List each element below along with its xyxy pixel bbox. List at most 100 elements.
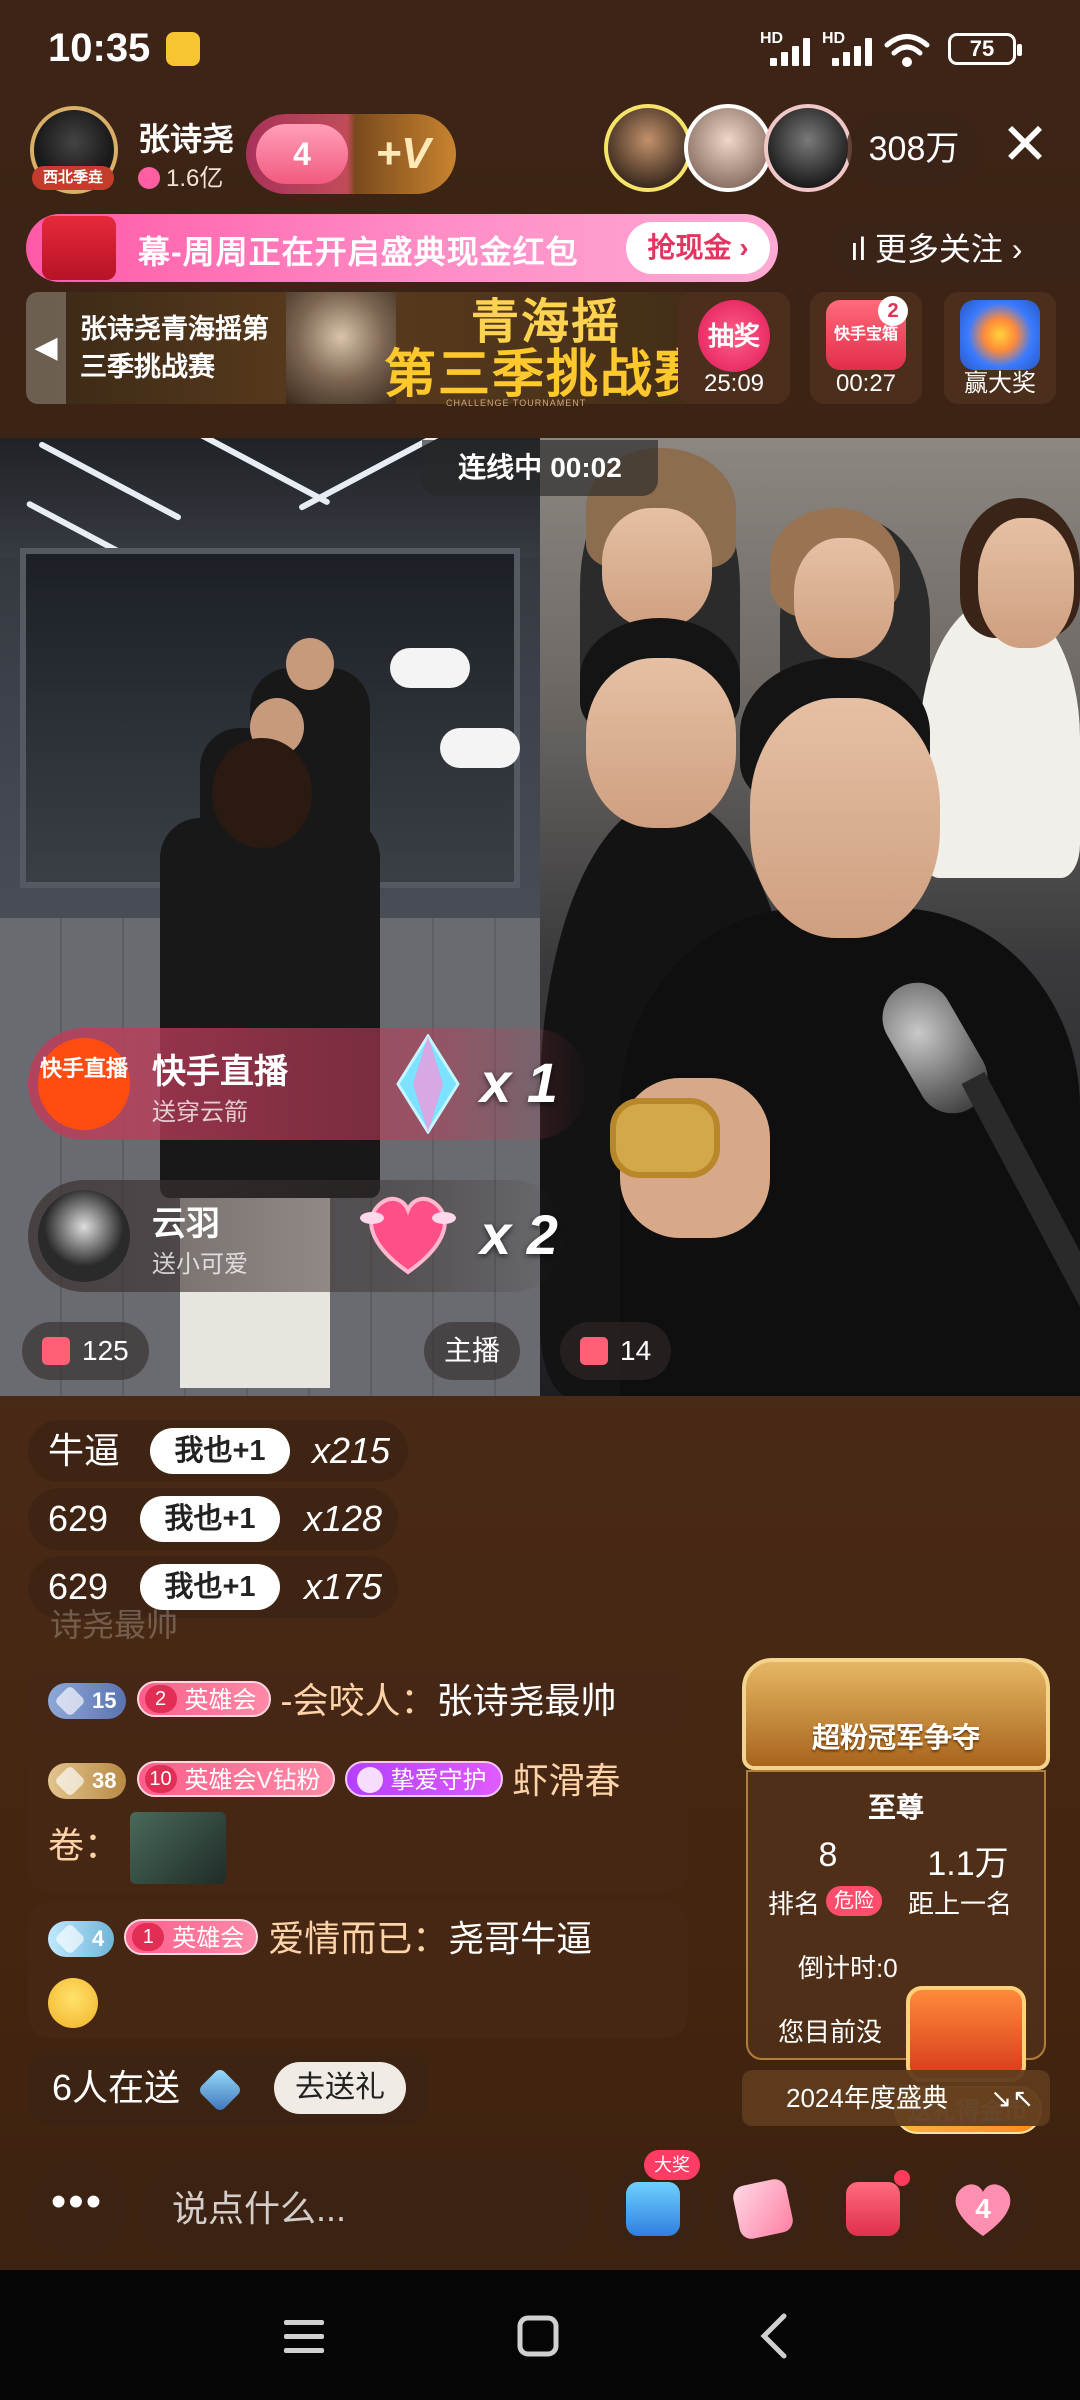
chat-user: 爱情而已：	[268, 1918, 449, 1959]
gift-icon	[42, 1337, 70, 1365]
right-gift-count: 14	[620, 1335, 652, 1366]
back-icon[interactable]	[746, 2306, 806, 2366]
event-title-left: 张诗尧青海摇第三季挑战赛	[80, 314, 269, 382]
danger-badge: 危险	[826, 1886, 882, 1916]
comment-input[interactable]: 说点什么...	[140, 2160, 590, 2258]
fan-club-badge: 1 英雄会	[124, 1919, 259, 1955]
notification-app-icon	[166, 32, 200, 66]
club-name: 英雄会	[184, 1687, 257, 1714]
top-viewer-avatar-3[interactable]	[764, 104, 852, 192]
grab-cash-button[interactable]: 抢现金 ›	[626, 222, 770, 274]
go-send-gift-button[interactable]: 去送礼	[274, 2062, 406, 2114]
popularity-ticket-button[interactable]	[714, 2160, 812, 2258]
fan-heart-badge: 4	[256, 124, 348, 184]
red-envelope-icon	[42, 216, 116, 280]
combo-comment: 牛逼 我也+1 x215	[28, 1420, 408, 1482]
countdown: 倒计时:0	[798, 1953, 898, 1983]
right-gift-counter[interactable]: 14	[560, 1322, 672, 1380]
chat-message[interactable]: 38 10 英雄会V钻粉 挚爱守护 虾滑春卷：	[28, 1744, 688, 1892]
chat-message[interactable]: 4 1 英雄会 爱情而已：尧哥牛逼	[28, 1902, 688, 2038]
left-gift-counter[interactable]: 125	[22, 1322, 149, 1380]
gift-icon	[580, 1337, 608, 1365]
level-badge: 15	[48, 1683, 127, 1719]
level-badge: 38	[48, 1763, 127, 1799]
smile-emoji-icon	[48, 1978, 98, 2029]
fan-champion-panel[interactable]: 超粉冠军争夺 至尊 8 1.1万 排名 危险 距上一名 倒计时:0 您目前没 送…	[742, 1658, 1050, 2134]
win-prize-tile[interactable]: 赢大奖	[944, 292, 1056, 404]
status-time: 10:35	[48, 26, 151, 70]
faded-comment: 诗尧最帅	[50, 1607, 179, 1643]
prize-box-icon	[626, 2182, 680, 2236]
more-options-button[interactable]: •••	[28, 2160, 126, 2258]
gifting-now-bar: 6人在送 去送礼	[28, 2050, 428, 2126]
rank-label: 排名	[768, 1889, 821, 1919]
host-name: 张诗尧	[138, 121, 235, 157]
top-viewer-avatar-2[interactable]	[684, 104, 772, 192]
right-camera-feed[interactable]	[540, 438, 1080, 1396]
more-follow-button[interactable]: ıl 更多关注 ›	[826, 218, 1080, 280]
club-level: 1	[132, 1923, 165, 1951]
home-icon[interactable]	[508, 2306, 568, 2366]
viewer-count[interactable]: 308万	[846, 110, 982, 188]
chevron-left-icon[interactable]: ◀	[26, 292, 66, 404]
annual-festival-label: 2024年度盛典	[786, 2083, 948, 2113]
chat-message[interactable]: 15 2 英雄会 -会咬人：张诗尧最帅	[28, 1666, 688, 1736]
big-prize-badge: 大奖	[644, 2150, 700, 2180]
gift-description: 送穿云箭	[152, 1099, 248, 1126]
gifting-count: 6人在送	[52, 2067, 181, 2108]
host-likes: 1.6亿	[138, 158, 223, 193]
chat-text: 尧哥牛逼	[448, 1918, 593, 1959]
heart-count: 4	[975, 2193, 991, 2224]
annual-festival-bar[interactable]: 2024年度盛典 ↘↖	[742, 2070, 1050, 2126]
club-name: 英雄会V钻粉	[184, 1767, 321, 1794]
battery-icon: 75	[948, 33, 1022, 65]
event-big-title: 青海摇 第三季挑战赛	[376, 298, 716, 403]
club-name: 英雄会	[172, 1925, 245, 1952]
gift-sender-name: 云羽	[152, 1205, 220, 1243]
heart-gift-icon	[360, 1196, 456, 1275]
chat-image[interactable]	[130, 1812, 227, 1884]
fan-club-badge: 2 英雄会	[136, 1681, 271, 1717]
prize-box-button[interactable]: 大奖	[604, 2150, 702, 2258]
yunyu-avatar	[38, 1190, 130, 1282]
fan-club-badge: 10 英雄会V钻粉	[136, 1761, 335, 1797]
kuaishou-live-avatar: 快手直播	[38, 1038, 130, 1130]
combo-count: x175	[304, 1566, 383, 1607]
signal-icon-2	[832, 36, 876, 66]
plus-one-button[interactable]: 我也+1	[150, 1428, 290, 1474]
top-viewer-avatar-1[interactable]	[604, 104, 692, 192]
win-prize-label: 赢大奖	[964, 370, 1036, 397]
plus-one-button[interactable]: 我也+1	[140, 1496, 280, 1542]
lottery-tile[interactable]: 抽奖 25:09	[678, 292, 790, 404]
lottery-icon: 抽奖	[698, 300, 770, 372]
combo-count: x128	[304, 1498, 383, 1539]
gift-count: x 2	[480, 1203, 558, 1266]
gift-notice[interactable]: 快手直播 快手直播 送穿云箭 x 1	[28, 1028, 588, 1140]
treasure-box-tile[interactable]: 快手宝箱 2 00:27	[810, 292, 922, 404]
gift-notice[interactable]: 云羽 送小可爱 x 2	[28, 1180, 568, 1292]
live-room-screen: { "status_bar": { "time": "10:35", "sign…	[0, 0, 1080, 2400]
treasure-chest-icon	[906, 1986, 1026, 2082]
collapse-icon[interactable]: ↘↖	[990, 2070, 1034, 2126]
chat-user: -会咬人：	[280, 1680, 437, 1721]
gap-value: 1.1万	[927, 1845, 1009, 1883]
left-gift-count: 125	[82, 1335, 129, 1366]
status-bar: 10:35 HD HD 75	[0, 0, 1080, 100]
crown-header: 超粉冠军争夺	[742, 1658, 1050, 1770]
like-heart-button[interactable]: 4	[934, 2160, 1032, 2258]
menu-icon[interactable]	[274, 2306, 334, 2366]
connection-label: 连线中	[458, 452, 543, 483]
level-badge: 4	[48, 1921, 115, 1957]
rank-value: 8	[818, 1836, 838, 1874]
fan-note: 您目前没	[778, 2017, 883, 2047]
promo-banner[interactable]: 幕-周周正在开启盛典现金红包 抢现金 ›	[26, 214, 778, 282]
follow-button[interactable]: 4 +V	[246, 114, 456, 194]
gift-button[interactable]	[824, 2160, 922, 2258]
cube-gift-icon	[197, 2067, 243, 2113]
prize-wheel-icon	[960, 300, 1040, 370]
event-banner[interactable]: ◀ 张诗尧青海摇第三季挑战赛 青海摇 第三季挑战赛	[26, 292, 786, 404]
close-icon[interactable]: ✕	[992, 114, 1058, 180]
fan-panel-title: 超粉冠军争夺	[811, 1722, 980, 1753]
combo-comment: 629 我也+1 x128	[28, 1488, 398, 1550]
gap-label: 距上一名	[908, 1889, 1013, 1919]
